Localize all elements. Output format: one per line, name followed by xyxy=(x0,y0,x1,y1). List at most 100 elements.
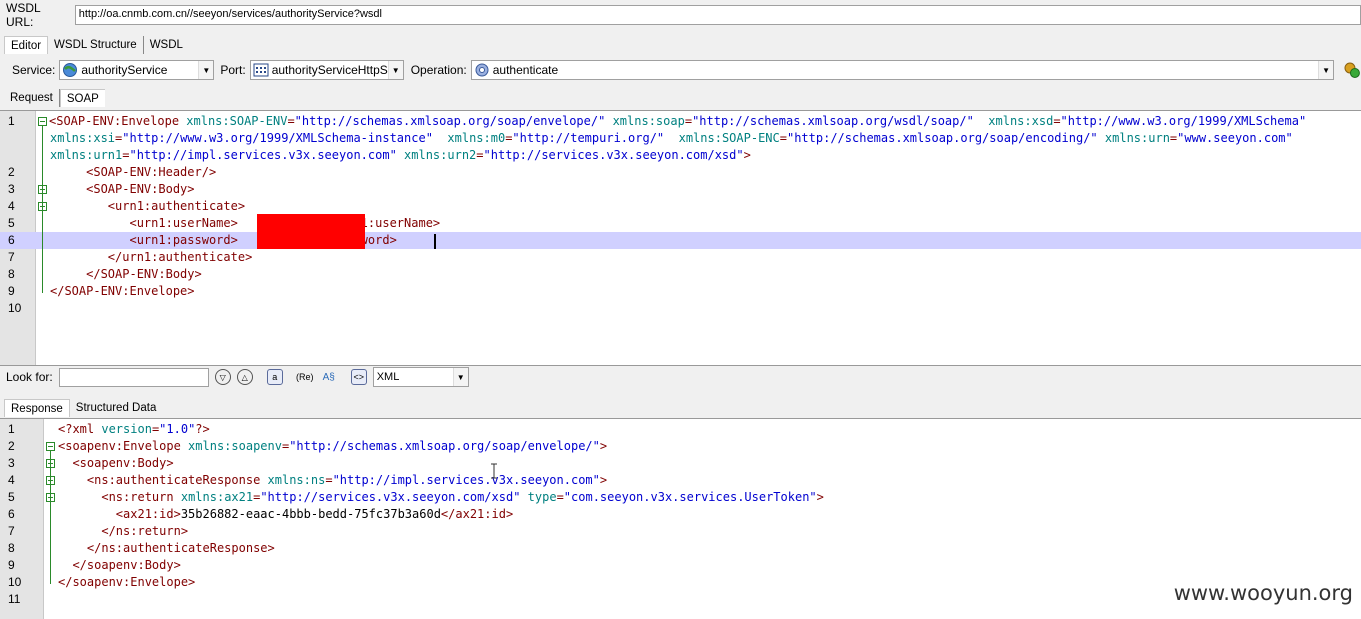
service-label: Service: xyxy=(12,63,56,77)
xml-tag-icon[interactable]: <> xyxy=(350,369,367,385)
code-text: <SOAP-ENV:Header/> xyxy=(86,165,217,179)
line-number: 1 xyxy=(8,422,15,436)
port-label: Port: xyxy=(220,63,246,77)
chevron-down-icon[interactable]: ▼ xyxy=(1318,61,1334,79)
code-line: 6 <ax21:id>35b26882-eaac-4bbb-bedd-75fc3… xyxy=(0,506,1361,523)
find-next-icon[interactable]: ▽ xyxy=(214,369,231,385)
run-icon[interactable] xyxy=(1343,61,1361,79)
code-text: <ax21:id>35b26882-eaac-4bbb-bedd-75fc37b… xyxy=(115,507,514,521)
tab-wsdl-structure[interactable]: WSDL Structure xyxy=(48,36,144,54)
line-number: 11 xyxy=(8,592,21,606)
search-toolbar: Look for: ▽ △ a (Re) A§ <> XML ▼ xyxy=(0,366,1361,388)
line-number: 2 xyxy=(8,165,15,179)
line-number: 7 xyxy=(8,250,15,264)
code-text: <soapenv:Body> xyxy=(72,456,174,470)
wsdl-url-row: WSDL URL: http://oa.cnmb.com.cn//seeyon/… xyxy=(0,1,1361,29)
service-value: authorityService xyxy=(81,63,168,77)
code-line: 2 <SOAP-ENV:Header/> xyxy=(0,164,1361,181)
regex-icon[interactable]: (Re) xyxy=(296,369,314,385)
line-number: 8 xyxy=(8,267,15,281)
code-line: 1 <SOAP-ENV:Envelope xmlns:SOAP-ENV="http… xyxy=(0,113,1361,130)
response-code[interactable]: 1 <?xml version="1.0"?> 2 <soapenv:Envelope… xyxy=(0,421,1361,608)
code-text: <urn1:authenticate> xyxy=(107,199,246,213)
code-line: 1 <?xml version="1.0"?> xyxy=(0,421,1361,438)
chevron-down-icon[interactable]: ▼ xyxy=(452,368,468,386)
code-line: 4 <ns:authenticateResponse xmlns:ns="htt… xyxy=(0,472,1361,489)
tab-structured-data[interactable]: Structured Data xyxy=(70,399,163,417)
redaction-box xyxy=(257,214,365,232)
line-number: 9 xyxy=(8,558,15,572)
code-line: xmlns:urn1="http://impl.services.v3x.see… xyxy=(0,147,1361,164)
operation-label: Operation: xyxy=(410,63,467,77)
code-text: <SOAP-ENV:Envelope xmlns:SOAP-ENV="http:… xyxy=(49,114,1307,128)
code-line: 10 xyxy=(0,300,1361,317)
line-number: 4 xyxy=(8,199,15,213)
line-number: 3 xyxy=(8,182,15,196)
gear-icon xyxy=(475,63,489,77)
tab-request[interactable]: Request xyxy=(4,89,60,107)
code-line: 8 </ns:authenticateResponse> xyxy=(0,540,1361,557)
code-line: 6 <urn1:password> password> xyxy=(0,232,1361,249)
match-case-icon[interactable]: a xyxy=(266,369,283,385)
request-editor[interactable]: 1 <SOAP-ENV:Envelope xmlns:SOAP-ENV="http… xyxy=(0,110,1361,366)
code-text: </ns:authenticateResponse> xyxy=(86,541,275,555)
response-editor[interactable]: 1 <?xml version="1.0"?> 2 <soapenv:Envelope… xyxy=(0,418,1361,619)
request-code[interactable]: 1 <SOAP-ENV:Envelope xmlns:SOAP-ENV="http… xyxy=(0,113,1361,317)
code-line: 11 xyxy=(0,591,1361,608)
whole-word-icon[interactable]: A§ xyxy=(321,369,337,385)
code-text: <SOAP-ENV:Body> xyxy=(86,182,195,196)
code-text: <?xml version="1.0"?> xyxy=(58,422,210,436)
code-text: </SOAP-ENV:Body> xyxy=(86,267,202,281)
code-line: xmlns:xsi="http://www.w3.org/1999/XMLSch… xyxy=(0,130,1361,147)
line-number: 6 xyxy=(8,507,15,521)
fold-toggle-icon[interactable] xyxy=(46,442,55,451)
look-for-label: Look for: xyxy=(6,370,53,384)
code-line: 3 <soapenv:Body> xyxy=(0,455,1361,472)
response-tabs: Response Structured Data xyxy=(4,398,162,418)
code-text: </SOAP-ENV:Envelope> xyxy=(50,284,195,298)
port-select[interactable]: authorityServiceHttpSoap ▼ xyxy=(249,60,404,80)
search-input[interactable] xyxy=(58,367,209,387)
line-number: 5 xyxy=(8,216,15,230)
tab-wsdl[interactable]: WSDL xyxy=(144,36,189,54)
code-text: </urn1:authenticate> xyxy=(107,250,253,264)
tab-editor[interactable]: Editor xyxy=(4,36,49,54)
chevron-down-icon[interactable]: ▼ xyxy=(198,61,214,79)
fold-toggle-icon[interactable] xyxy=(38,117,47,126)
line-number: 10 xyxy=(8,301,22,315)
code-text: <soapenv:Envelope xmlns:soapenv="http://… xyxy=(58,439,608,453)
port-value: authorityServiceHttpSoap xyxy=(271,63,388,77)
code-line: 5 <ns:return xmlns:ax21="http://services… xyxy=(0,489,1361,506)
tab-soap[interactable]: SOAP xyxy=(59,89,105,107)
tab-response[interactable]: Response xyxy=(4,399,70,417)
code-line: 5 <urn1:userName> </urn1:userName> xyxy=(0,215,1361,232)
line-number: 3 xyxy=(8,456,15,470)
code-text: </soapenv:Body> xyxy=(72,558,181,572)
globe-icon xyxy=(63,63,78,77)
editor-tabs: Editor WSDL Structure WSDL xyxy=(4,35,189,55)
chevron-down-icon[interactable]: ▼ xyxy=(387,61,403,79)
port-grid-icon xyxy=(253,63,269,77)
code-text: </soapenv:Envelope> xyxy=(58,575,196,589)
line-number: 10 xyxy=(8,575,22,589)
code-text: </ns:return> xyxy=(101,524,189,538)
line-number: 1 xyxy=(8,114,15,128)
service-row: Service: authorityService ▼ Port: author… xyxy=(0,59,1361,81)
line-number: 8 xyxy=(8,541,15,555)
service-select[interactable]: authorityService ▼ xyxy=(59,60,215,80)
text-caret xyxy=(434,234,436,249)
wsdl-url-input[interactable]: http://oa.cnmb.com.cn//seeyon/services/a… xyxy=(74,5,1361,25)
code-line: 7 </urn1:authenticate> xyxy=(0,249,1361,266)
watermark: www.wooyun.org xyxy=(1173,581,1353,605)
wsdl-url-label: WSDL URL: xyxy=(6,1,41,29)
text-cursor-icon xyxy=(491,463,497,479)
code-text: <ns:return xmlns:ax21="http://services.v… xyxy=(101,490,824,504)
fold-guide xyxy=(50,451,51,584)
operation-select[interactable]: authenticate ▼ xyxy=(470,60,1335,80)
format-select[interactable]: XML ▼ xyxy=(372,367,469,387)
request-tabs: Request SOAP xyxy=(4,88,105,108)
find-previous-icon[interactable]: △ xyxy=(236,369,253,385)
code-text: <ns:authenticateResponse xmlns:ns="http:… xyxy=(86,473,608,487)
redaction-box xyxy=(257,231,365,249)
operation-value: authenticate xyxy=(492,63,559,77)
